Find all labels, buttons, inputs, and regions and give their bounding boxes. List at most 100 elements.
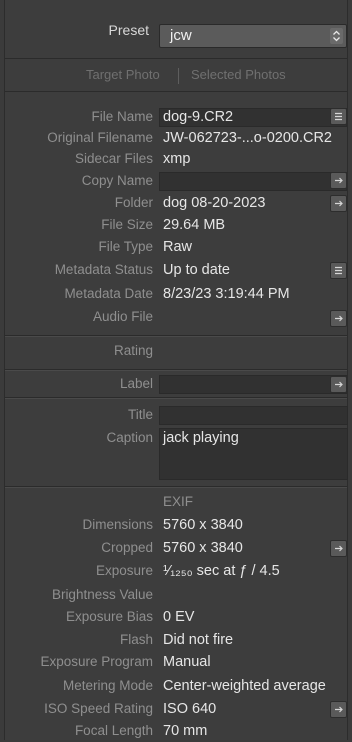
focal-length-value: 70 mm	[163, 723, 208, 739]
sidecar-files-label: Sidecar Files	[74, 151, 153, 166]
row-metadata-date: Metadata Date 8/23/23 3:19:44 PM	[5, 283, 347, 305]
iso-go-button[interactable]	[330, 701, 347, 718]
exposure-value: ¹⁄₁₂₅₀ sec at ƒ / 4.5	[163, 560, 280, 582]
row-caption: Caption jack playing	[5, 427, 348, 480]
metering-mode-label: Metering Mode	[62, 678, 153, 693]
original-filename-label: Original Filename	[47, 130, 153, 145]
dimensions-value: 5760 x 3840	[163, 517, 243, 533]
file-name-value: dog-9.CR2	[163, 109, 234, 125]
row-focal-length: Focal Length 70 mm	[5, 720, 347, 742]
exposure-bias-label: Exposure Bias	[65, 609, 153, 624]
rating-stars[interactable]	[159, 340, 347, 362]
row-audio-file: Audio File	[5, 306, 347, 328]
cropped-go-button[interactable]	[330, 540, 347, 557]
tab-divider	[178, 68, 179, 84]
metering-mode-value: Center-weighted average	[163, 678, 326, 694]
folder-label: Folder	[114, 195, 153, 210]
iso-value: ISO 640	[163, 701, 217, 717]
row-iso: ISO Speed Rating ISO 640	[5, 698, 347, 720]
arrow-right-icon	[335, 200, 343, 207]
photo-tabs: Target Photo Selected Photos	[5, 60, 347, 92]
preset-select[interactable]: jcw	[159, 24, 347, 48]
row-file-type: File Type Raw	[5, 236, 347, 258]
copy-name-label: Copy Name	[81, 173, 153, 188]
metadata-status-label: Metadata Status	[54, 262, 153, 277]
label-field[interactable]	[159, 375, 347, 394]
row-file-name: File Name dog-9.CR2	[5, 106, 347, 128]
brightness-label: Brightness Value	[51, 587, 153, 602]
arrow-right-icon	[335, 706, 343, 713]
row-folder: Folder dog 08-20-2023	[5, 192, 347, 214]
row-flash: Flash Did not fire	[5, 629, 347, 651]
file-size-value: 29.64 MB	[163, 217, 226, 233]
caption-value: jack playing	[163, 430, 239, 446]
iso-label: ISO Speed Rating	[44, 701, 153, 716]
row-label: Label	[5, 373, 347, 395]
audio-file-label: Audio File	[92, 309, 153, 324]
sidecar-files-value: xmp	[163, 151, 191, 167]
tab-target-photo[interactable]: Target Photo	[86, 67, 160, 82]
row-sidecar-files: Sidecar Files xmp	[5, 148, 347, 170]
row-exposure-bias: Exposure Bias 0 EV	[5, 606, 347, 628]
select-arrows-icon	[330, 28, 343, 44]
audio-file-go-button[interactable]	[330, 310, 347, 327]
folder-value: dog 08-20-2023	[163, 195, 266, 211]
original-filename-value: JW-062723-...o-0200.CR2	[163, 130, 332, 146]
dimensions-label: Dimensions	[82, 517, 153, 532]
metadata-status-button[interactable]	[330, 262, 347, 279]
arrow-right-icon	[335, 315, 343, 322]
file-type-label: File Type	[98, 239, 153, 254]
flash-value: Did not fire	[163, 632, 234, 648]
metadata-status-value: Up to date	[163, 262, 230, 278]
label-label: Label	[119, 376, 153, 391]
title-label: Title	[127, 407, 153, 422]
row-title: Title	[5, 404, 348, 426]
arrow-right-icon	[335, 177, 343, 184]
preset-label: Preset	[108, 22, 149, 38]
file-size-label: File Size	[101, 217, 153, 232]
exposure-rest: sec at ƒ / 4.5	[192, 563, 280, 579]
caption-label: Caption	[106, 430, 153, 445]
file-type-value: Raw	[163, 239, 193, 255]
copy-name-field[interactable]	[159, 172, 347, 191]
cropped-value: 5760 x 3840	[163, 540, 243, 556]
row-exposure-program: Exposure Program Manual	[5, 651, 347, 673]
title-field[interactable]	[159, 406, 348, 425]
file-name-label: File Name	[91, 109, 153, 124]
preset-value: jcw	[170, 27, 192, 44]
rating-label: Rating	[113, 343, 153, 358]
row-cropped: Cropped 5760 x 3840	[5, 537, 347, 559]
row-exif-heading: EXIF	[5, 491, 347, 513]
exif-heading: EXIF	[163, 494, 194, 509]
exposure-program-label: Exposure Program	[40, 654, 153, 669]
preset-header: Preset jcw	[5, 8, 347, 55]
row-brightness: Brightness Value	[5, 584, 347, 606]
list-icon	[335, 266, 342, 275]
exposure-fraction: ¹⁄₁₂₅₀	[163, 563, 193, 579]
tab-selected-photos[interactable]: Selected Photos	[191, 67, 286, 82]
exposure-bias-value: 0 EV	[163, 609, 195, 625]
row-dimensions: Dimensions 5760 x 3840	[5, 514, 347, 536]
metadata-date-label: Metadata Date	[64, 286, 153, 301]
row-exposure: Exposure ¹⁄₁₂₅₀ sec at ƒ / 4.5	[5, 560, 347, 582]
focal-length-label: Focal Length	[74, 723, 153, 738]
row-rating: Rating	[5, 340, 347, 362]
metadata-date-value: 8/23/23 3:19:44 PM	[163, 286, 290, 302]
row-metering-mode: Metering Mode Center-weighted average	[5, 675, 347, 697]
flash-label: Flash	[119, 632, 153, 647]
arrow-right-icon	[335, 545, 343, 552]
cropped-label: Cropped	[101, 540, 153, 555]
file-name-list-button[interactable]	[330, 108, 347, 125]
list-icon	[335, 112, 342, 121]
row-metadata-status: Metadata Status Up to date	[5, 259, 347, 281]
folder-go-button[interactable]	[330, 195, 347, 212]
exposure-program-value: Manual	[163, 654, 211, 670]
row-copy-name: Copy Name	[5, 170, 347, 192]
row-file-size: File Size 29.64 MB	[5, 214, 347, 236]
label-go-button[interactable]	[330, 376, 347, 393]
row-original-filename: Original Filename JW-062723-...o-0200.CR…	[5, 127, 347, 149]
arrow-right-icon	[335, 381, 343, 388]
copy-name-go-button[interactable]	[330, 172, 347, 189]
metadata-panel: Preset jcw Target Photo Selected Photos …	[4, 0, 348, 740]
exposure-label: Exposure	[95, 563, 153, 578]
